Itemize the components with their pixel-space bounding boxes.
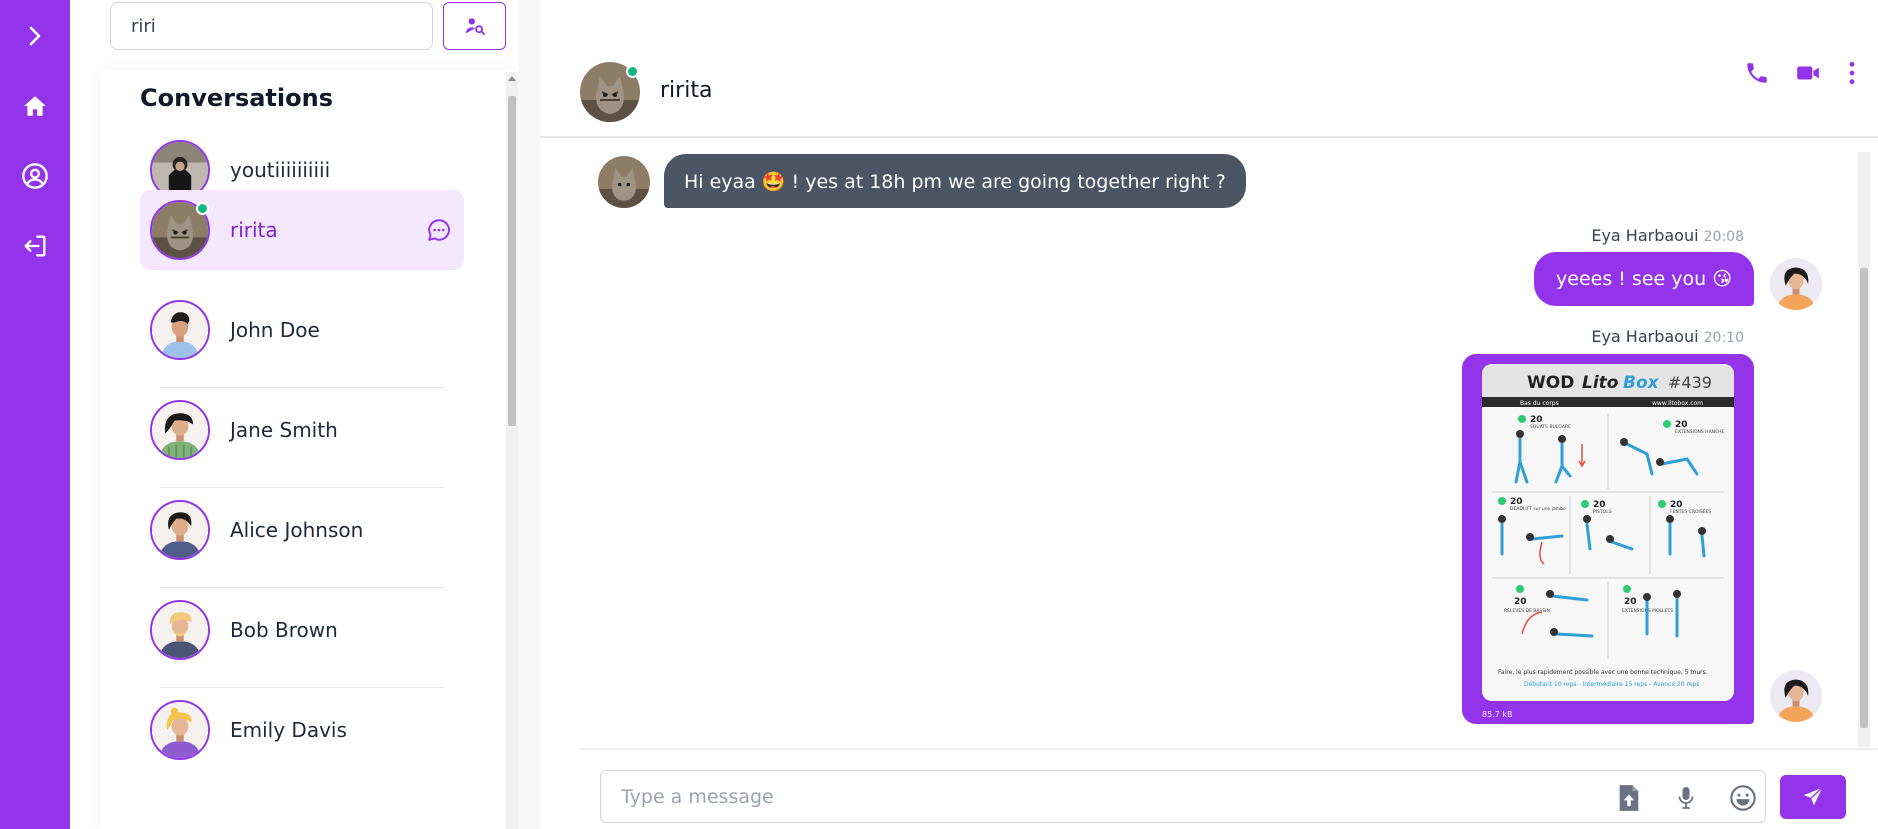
send-icon <box>1803 787 1823 806</box>
svg-text:20: 20 <box>1624 597 1637 607</box>
svg-text:20: 20 <box>1593 500 1606 510</box>
sender-name: Eya Harbaoui <box>1591 327 1699 346</box>
user-search-icon <box>465 18 485 36</box>
more-vertical-icon[interactable] <box>1846 60 1858 86</box>
messages-scroll-thumb[interactable] <box>1860 268 1868 728</box>
search-user-button[interactable] <box>443 2 506 50</box>
logout-button[interactable] <box>17 228 53 264</box>
svg-text:PISTOLS: PISTOLS <box>1593 509 1612 515</box>
message-bubble-received: Hi eyaa 🤩 ! yes at 18h pm we are going t… <box>664 154 1246 208</box>
emoji-icon[interactable] <box>1729 784 1757 812</box>
image-file-size: 85.7 kB <box>1482 710 1513 719</box>
chat-header: ririta <box>540 20 1878 138</box>
conversations-scroll-thumb[interactable] <box>508 96 516 426</box>
wod-title-a: WOD <box>1527 373 1574 393</box>
conversations-title: Conversations <box>140 84 333 112</box>
svg-text:20: 20 <box>1530 415 1543 425</box>
workout-image[interactable]: WOD Lito Box #439 Bas du corps www.litob… <box>1482 364 1734 701</box>
conversation-item-john-doe[interactable]: John Doe <box>140 290 464 388</box>
conversation-name: ririta <box>230 218 278 242</box>
send-button[interactable] <box>1780 775 1846 819</box>
message-time: 20:10 <box>1703 330 1744 346</box>
svg-text:20: 20 <box>1675 420 1688 430</box>
svg-text:SQUATS BULGARE: SQUATS BULGARE <box>1530 424 1571 430</box>
conversation-item-emily-davis[interactable]: Emily Davis <box>140 690 464 770</box>
svg-text:DEADLIFT sur une jambe: DEADLIFT sur une jambe <box>1510 506 1566 512</box>
message-time: 20:08 <box>1703 229 1744 245</box>
messages-area: Hi eyaa 🤩 ! yes at 18h pm we are going t… <box>580 150 1850 748</box>
chat-bubble-icon[interactable] <box>426 217 452 243</box>
conversation-name: youtiiiiiiiiii <box>230 158 331 182</box>
avatar <box>150 400 210 460</box>
wod-levels: Débutant 10 reps - Intermédiaire 15 reps… <box>1524 681 1699 688</box>
wod-footer: Faire, le plus rapidement possible avec … <box>1498 669 1708 676</box>
profile-button[interactable] <box>17 158 53 194</box>
sender-name: Eya Harbaoui <box>1591 226 1699 245</box>
wod-title-b: Lito <box>1582 373 1619 393</box>
video-icon[interactable] <box>1794 60 1822 86</box>
conversation-name: John Doe <box>230 318 320 342</box>
conversation-item-ririta[interactable]: ririta <box>140 190 464 270</box>
svg-text:EXTENSIONS HANCHE: EXTENSIONS HANCHE <box>1675 429 1725 435</box>
microphone-icon[interactable] <box>1677 786 1695 810</box>
avatar <box>150 500 210 560</box>
my-avatar <box>1770 670 1822 722</box>
image-message[interactable]: WOD Lito Box #439 Bas du corps www.litob… <box>1462 354 1754 724</box>
svg-text:20: 20 <box>1514 597 1527 607</box>
conversation-name: Jane Smith <box>230 418 338 442</box>
contact-avatar <box>598 156 650 208</box>
message-composer <box>600 770 1766 823</box>
user-circle-icon <box>22 163 48 189</box>
wod-number: #439 <box>1668 373 1712 392</box>
conversation-name: Alice Johnson <box>230 518 364 542</box>
conversation-item-alice-johnson[interactable]: Alice Johnson <box>140 490 464 588</box>
svg-text:20: 20 <box>1510 497 1523 507</box>
conversation-name: Bob Brown <box>230 618 338 642</box>
message-meta: Eya Harbaoui 20:08 <box>1591 226 1744 245</box>
message-bubble-sent: yeees ! see you 😘 <box>1534 252 1754 306</box>
conversation-item-jane-smith[interactable]: Jane Smith <box>140 390 464 488</box>
logout-icon <box>24 235 46 257</box>
contact-name: ririta <box>660 78 713 103</box>
online-indicator <box>196 202 209 215</box>
avatar <box>150 700 210 760</box>
home-button[interactable] <box>17 88 53 124</box>
home-icon <box>24 96 46 116</box>
wod-title-c: Box <box>1623 373 1660 393</box>
chevron-right-icon <box>29 26 41 46</box>
online-indicator <box>626 65 639 78</box>
conversation-name: Emily Davis <box>230 718 347 742</box>
wod-site: www.litobox.com <box>1652 400 1703 407</box>
file-upload-icon[interactable] <box>1617 784 1641 812</box>
phone-icon[interactable] <box>1744 60 1770 86</box>
my-avatar <box>1770 258 1822 310</box>
svg-text:20: 20 <box>1670 500 1683 510</box>
message-meta: Eya Harbaoui 20:10 <box>1591 327 1744 346</box>
expand-button[interactable] <box>17 18 53 54</box>
conversation-item-bob-brown[interactable]: Bob Brown <box>140 590 464 688</box>
avatar <box>150 300 210 360</box>
wod-subtitle: Bas du corps <box>1520 400 1559 407</box>
message-input[interactable] <box>621 785 1581 809</box>
search-input[interactable] <box>110 2 433 50</box>
conversations-panel: Conversations youtiiiiiiiiii ririta John… <box>100 70 518 829</box>
avatar <box>150 600 210 660</box>
nav-rail <box>0 0 70 829</box>
